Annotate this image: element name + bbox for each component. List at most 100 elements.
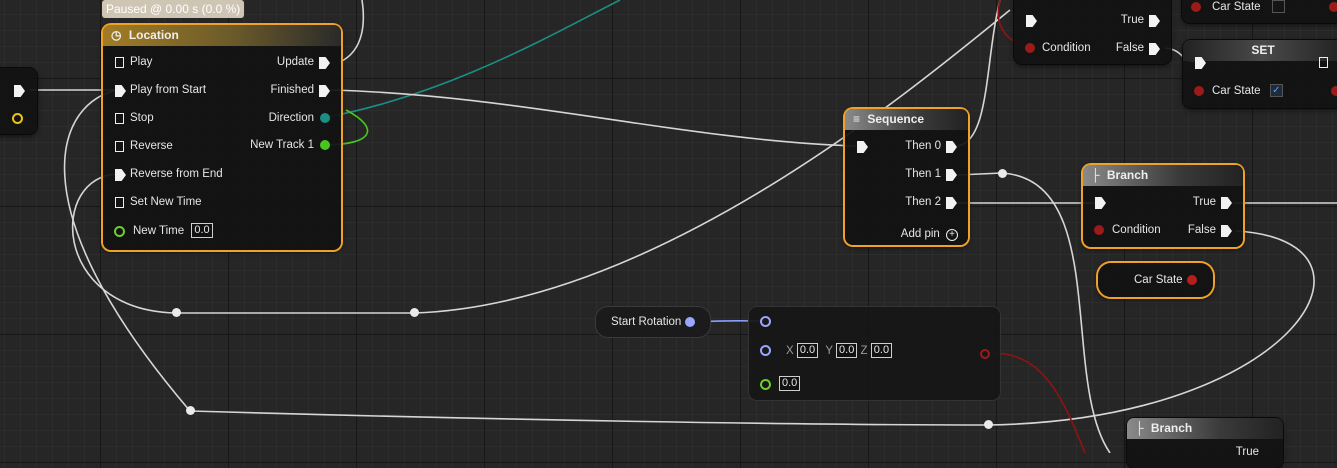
reverse-from-end-pin[interactable] [115,169,126,181]
wire-exec [329,89,857,147]
z-label: Z [860,345,868,357]
start-rotation-getter[interactable]: Start Rotation [596,307,710,337]
node-title: SET [1251,43,1275,57]
rotator-node[interactable]: X 0.0 Y 0.0 Z 0.0 0.0 [749,307,1000,400]
new-track-label: New Track 1 [250,139,314,151]
node-header[interactable]: ├ Branch [1127,418,1283,439]
node-header[interactable]: SET [1183,40,1337,61]
car-state-pin[interactable] [1194,86,1204,96]
play-label: Play [130,56,153,68]
y-label: Y [825,345,833,357]
reroute-knot[interactable] [172,308,181,317]
output-pin[interactable] [1331,86,1337,96]
branch-node-bottom[interactable]: ├ Branch True [1127,418,1283,468]
reroute-knot[interactable] [984,420,993,429]
location-timeline-node[interactable]: ◷ Location Play Play from Start Stop Rev… [103,25,341,250]
rotator-in-pin[interactable] [760,316,771,327]
car-state-row: Car State ✓ [1212,83,1283,99]
output-pin[interactable] [12,113,23,124]
stop-pin[interactable] [115,113,124,124]
reverse-from-end-label: Reverse from End [130,168,223,180]
wire-exec [339,0,365,63]
new-track-pin[interactable] [320,140,330,150]
alpha-input[interactable]: 0.0 [779,376,801,392]
start-rotation-label: Start Rotation [611,316,682,328]
reroute-knot[interactable] [410,308,419,317]
then-0-pin[interactable] [946,141,957,153]
condition-label: Condition [1042,42,1091,54]
rotator-pin[interactable] [685,317,695,327]
car-state-label: Car State [1134,274,1183,286]
car-state-top-node[interactable]: Car State [1182,0,1337,23]
true-pin[interactable] [1221,197,1232,209]
alpha-pin[interactable] [760,379,771,390]
node-title: Branch [1106,168,1149,182]
plus-circle-icon: + [946,229,958,241]
play-from-start-label: Play from Start [130,84,207,96]
node-title: Location [128,28,179,42]
then-2-pin[interactable] [946,197,957,209]
true-label: True [1235,446,1259,458]
reroute-knot[interactable] [186,406,195,415]
exec-in-pin[interactable] [1026,15,1037,27]
timeline-status: Paused @ 0.00 s (0.0 %) [102,0,245,18]
car-state-pin[interactable] [1187,275,1197,285]
new-time-row: New Time 0.0 [133,223,213,239]
car-state-label: Car State [1212,1,1261,13]
car-state-pin[interactable] [1191,2,1201,12]
sequence-icon: ≡ [853,112,861,126]
add-pin-label: Add pin [900,228,940,240]
x-input[interactable]: 0.0 [796,343,819,359]
z-input[interactable]: 0.0 [870,343,893,359]
play-from-start-pin[interactable] [115,85,126,97]
y-input[interactable]: 0.0 [836,343,858,359]
true-label: True [1120,14,1144,26]
direction-label: Direction [268,112,314,124]
car-state-row: Car State [1212,0,1285,15]
xyz-row: X 0.0 Y 0.0 Z 0.0 [786,343,893,359]
x-label: X [786,345,794,357]
set-node[interactable]: SET Car State ✓ [1183,40,1337,108]
vector-in-pin[interactable] [760,345,771,356]
reroute-knot[interactable] [998,169,1007,178]
exec-in-pin[interactable] [1095,197,1106,209]
car-state-label: Car State [1212,85,1261,97]
finished-pin[interactable] [319,85,330,97]
exec-in-pin[interactable] [857,141,868,153]
output-pin[interactable] [1329,2,1337,12]
true-pin[interactable] [1149,15,1160,27]
car-state-checkbox[interactable]: ✓ [1269,84,1283,98]
exec-out-pin[interactable] [1319,57,1328,68]
direction-pin[interactable] [320,113,330,123]
true-label: True [1192,196,1216,208]
new-time-input[interactable]: 0.0 [191,223,213,239]
branch-icon: ├ [1135,421,1144,435]
reverse-pin[interactable] [115,141,124,152]
node-header[interactable]: ├ Branch [1083,165,1243,186]
exec-out-pin[interactable] [14,85,25,97]
set-new-time-pin[interactable] [115,197,124,208]
node-header[interactable]: ◷ Location [103,25,341,46]
play-pin[interactable] [115,57,124,68]
car-state-checkbox[interactable] [1271,0,1285,14]
branch-node-top[interactable]: True Condition False [1014,0,1171,64]
partial-node-left[interactable] [0,68,37,134]
new-time-pin[interactable] [114,226,125,237]
update-pin[interactable] [319,57,330,69]
car-state-getter[interactable]: Car State [1098,263,1213,297]
condition-pin[interactable] [1094,225,1104,235]
then-1-label: Then 1 [905,168,941,180]
then-1-pin[interactable] [946,169,957,181]
update-label: Update [276,56,314,68]
node-header[interactable]: ≡ Sequence [845,109,968,130]
false-pin[interactable] [1221,225,1232,237]
then-0-label: Then 0 [905,140,941,152]
branch-icon: ├ [1091,168,1100,182]
add-pin-button[interactable]: Add pin + [901,226,958,242]
bool-out-pin[interactable] [980,349,990,359]
branch-node-mid[interactable]: ├ Branch True Condition False [1083,165,1243,247]
condition-pin[interactable] [1025,43,1035,53]
false-pin[interactable] [1149,43,1160,55]
condition-label: Condition [1112,224,1161,236]
sequence-node[interactable]: ≡ Sequence Then 0 Then 1 Then 2 Add pin … [845,109,968,245]
